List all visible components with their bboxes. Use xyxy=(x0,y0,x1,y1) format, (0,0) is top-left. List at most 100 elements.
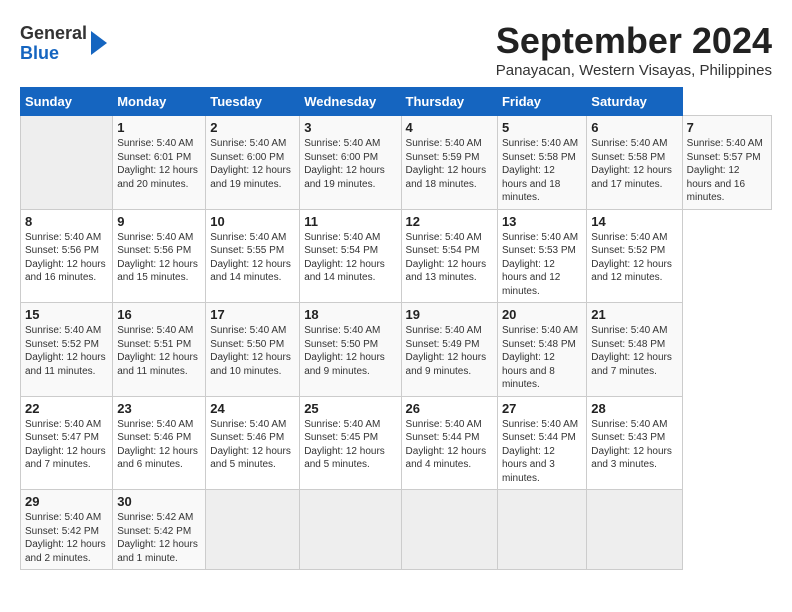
day-detail: Sunrise: 5:40 AMSunset: 5:47 PMDaylight:… xyxy=(25,419,106,471)
day-number: 13 xyxy=(502,214,582,229)
day-cell-13: 13 Sunrise: 5:40 AMSunset: 5:53 PMDaylig… xyxy=(497,209,586,303)
day-number: 6 xyxy=(591,120,677,135)
month-title: September 2024 xyxy=(496,20,772,62)
day-detail: Sunrise: 5:40 AMSunset: 5:53 PMDaylight:… xyxy=(502,232,578,297)
week-row-2: 8 Sunrise: 5:40 AMSunset: 5:56 PMDayligh… xyxy=(21,209,772,303)
day-number: 3 xyxy=(304,120,396,135)
empty-cell xyxy=(300,490,401,570)
day-cell-11: 11 Sunrise: 5:40 AMSunset: 5:54 PMDaylig… xyxy=(300,209,401,303)
day-cell-16: 16 Sunrise: 5:40 AMSunset: 5:51 PMDaylig… xyxy=(113,303,206,397)
day-number: 7 xyxy=(687,120,767,135)
day-detail: Sunrise: 5:40 AMSunset: 5:54 PMDaylight:… xyxy=(406,232,487,284)
logo-general: General xyxy=(20,23,87,43)
week-row-5: 29 Sunrise: 5:40 AMSunset: 5:42 PMDaylig… xyxy=(21,490,772,570)
day-number: 5 xyxy=(502,120,582,135)
day-cell-28: 28 Sunrise: 5:40 AMSunset: 5:43 PMDaylig… xyxy=(587,396,682,490)
day-detail: Sunrise: 5:40 AMSunset: 5:51 PMDaylight:… xyxy=(117,325,198,377)
day-number: 12 xyxy=(406,214,493,229)
day-detail: Sunrise: 5:40 AMSunset: 5:58 PMDaylight:… xyxy=(502,138,578,203)
day-detail: Sunrise: 5:40 AMSunset: 5:48 PMDaylight:… xyxy=(591,325,672,377)
day-number: 25 xyxy=(304,401,396,416)
day-number: 27 xyxy=(502,401,582,416)
empty-cell xyxy=(401,490,497,570)
day-detail: Sunrise: 5:40 AMSunset: 5:48 PMDaylight:… xyxy=(502,325,578,390)
day-number: 8 xyxy=(25,214,108,229)
day-detail: Sunrise: 5:40 AMSunset: 5:46 PMDaylight:… xyxy=(210,419,291,471)
week-row-4: 22 Sunrise: 5:40 AMSunset: 5:47 PMDaylig… xyxy=(21,396,772,490)
day-number: 29 xyxy=(25,494,108,509)
day-number: 20 xyxy=(502,307,582,322)
empty-cell xyxy=(497,490,586,570)
page-header: General Blue September 2024 Panayacan, W… xyxy=(20,20,772,79)
day-cell-23: 23 Sunrise: 5:40 AMSunset: 5:46 PMDaylig… xyxy=(113,396,206,490)
day-cell-20: 20 Sunrise: 5:40 AMSunset: 5:48 PMDaylig… xyxy=(497,303,586,397)
logo-blue: Blue xyxy=(20,43,59,63)
day-cell-10: 10 Sunrise: 5:40 AMSunset: 5:55 PMDaylig… xyxy=(206,209,300,303)
title-block: September 2024 Panayacan, Western Visaya… xyxy=(496,20,772,79)
day-cell-27: 27 Sunrise: 5:40 AMSunset: 5:44 PMDaylig… xyxy=(497,396,586,490)
day-cell-6: 6 Sunrise: 5:40 AMSunset: 5:58 PMDayligh… xyxy=(587,116,682,210)
day-number: 23 xyxy=(117,401,201,416)
day-cell-22: 22 Sunrise: 5:40 AMSunset: 5:47 PMDaylig… xyxy=(21,396,113,490)
day-cell-5: 5 Sunrise: 5:40 AMSunset: 5:58 PMDayligh… xyxy=(497,116,586,210)
weekday-header-wednesday: Wednesday xyxy=(300,88,401,116)
weekday-header-monday: Monday xyxy=(113,88,206,116)
day-cell-2: 2 Sunrise: 5:40 AMSunset: 6:00 PMDayligh… xyxy=(206,116,300,210)
day-number: 30 xyxy=(117,494,201,509)
empty-cell xyxy=(206,490,300,570)
logo-arrow-icon xyxy=(91,31,107,55)
day-number: 17 xyxy=(210,307,295,322)
day-number: 28 xyxy=(591,401,677,416)
day-cell-1: 1 Sunrise: 5:40 AMSunset: 6:01 PMDayligh… xyxy=(113,116,206,210)
day-cell-24: 24 Sunrise: 5:40 AMSunset: 5:46 PMDaylig… xyxy=(206,396,300,490)
day-number: 1 xyxy=(117,120,201,135)
weekday-header-saturday: Saturday xyxy=(587,88,682,116)
day-cell-9: 9 Sunrise: 5:40 AMSunset: 5:56 PMDayligh… xyxy=(113,209,206,303)
day-number: 22 xyxy=(25,401,108,416)
day-detail: Sunrise: 5:40 AMSunset: 6:00 PMDaylight:… xyxy=(304,138,385,190)
day-number: 16 xyxy=(117,307,201,322)
day-cell-21: 21 Sunrise: 5:40 AMSunset: 5:48 PMDaylig… xyxy=(587,303,682,397)
empty-cell xyxy=(587,490,682,570)
day-cell-4: 4 Sunrise: 5:40 AMSunset: 5:59 PMDayligh… xyxy=(401,116,497,210)
day-number: 15 xyxy=(25,307,108,322)
day-detail: Sunrise: 5:40 AMSunset: 5:49 PMDaylight:… xyxy=(406,325,487,377)
day-detail: Sunrise: 5:40 AMSunset: 5:56 PMDaylight:… xyxy=(117,232,198,284)
day-number: 24 xyxy=(210,401,295,416)
day-detail: Sunrise: 5:40 AMSunset: 5:45 PMDaylight:… xyxy=(304,419,385,471)
day-detail: Sunrise: 5:40 AMSunset: 6:00 PMDaylight:… xyxy=(210,138,291,190)
day-number: 26 xyxy=(406,401,493,416)
empty-cell xyxy=(21,116,113,210)
day-cell-26: 26 Sunrise: 5:40 AMSunset: 5:44 PMDaylig… xyxy=(401,396,497,490)
day-number: 18 xyxy=(304,307,396,322)
day-cell-17: 17 Sunrise: 5:40 AMSunset: 5:50 PMDaylig… xyxy=(206,303,300,397)
day-cell-7: 7 Sunrise: 5:40 AMSunset: 5:57 PMDayligh… xyxy=(682,116,771,210)
weekday-header-sunday: Sunday xyxy=(21,88,113,116)
day-detail: Sunrise: 5:40 AMSunset: 5:44 PMDaylight:… xyxy=(406,419,487,471)
day-cell-15: 15 Sunrise: 5:40 AMSunset: 5:52 PMDaylig… xyxy=(21,303,113,397)
day-number: 19 xyxy=(406,307,493,322)
day-number: 9 xyxy=(117,214,201,229)
day-detail: Sunrise: 5:40 AMSunset: 5:57 PMDaylight:… xyxy=(687,138,763,203)
day-cell-18: 18 Sunrise: 5:40 AMSunset: 5:50 PMDaylig… xyxy=(300,303,401,397)
day-detail: Sunrise: 5:40 AMSunset: 5:59 PMDaylight:… xyxy=(406,138,487,190)
day-detail: Sunrise: 5:40 AMSunset: 5:50 PMDaylight:… xyxy=(210,325,291,377)
day-detail: Sunrise: 5:40 AMSunset: 5:54 PMDaylight:… xyxy=(304,232,385,284)
weekday-header-row: SundayMondayTuesdayWednesdayThursdayFrid… xyxy=(21,88,772,116)
location-subtitle: Panayacan, Western Visayas, Philippines xyxy=(496,62,772,79)
day-cell-29: 29 Sunrise: 5:40 AMSunset: 5:42 PMDaylig… xyxy=(21,490,113,570)
day-detail: Sunrise: 5:40 AMSunset: 5:52 PMDaylight:… xyxy=(25,325,106,377)
day-detail: Sunrise: 5:40 AMSunset: 5:44 PMDaylight:… xyxy=(502,419,578,484)
day-detail: Sunrise: 5:40 AMSunset: 5:56 PMDaylight:… xyxy=(25,232,106,284)
calendar-table: SundayMondayTuesdayWednesdayThursdayFrid… xyxy=(20,87,772,570)
day-number: 21 xyxy=(591,307,677,322)
day-cell-30: 30 Sunrise: 5:42 AMSunset: 5:42 PMDaylig… xyxy=(113,490,206,570)
week-row-3: 15 Sunrise: 5:40 AMSunset: 5:52 PMDaylig… xyxy=(21,303,772,397)
day-detail: Sunrise: 5:40 AMSunset: 6:01 PMDaylight:… xyxy=(117,138,198,190)
day-detail: Sunrise: 5:40 AMSunset: 5:46 PMDaylight:… xyxy=(117,419,198,471)
day-detail: Sunrise: 5:40 AMSunset: 5:55 PMDaylight:… xyxy=(210,232,291,284)
day-cell-19: 19 Sunrise: 5:40 AMSunset: 5:49 PMDaylig… xyxy=(401,303,497,397)
day-cell-12: 12 Sunrise: 5:40 AMSunset: 5:54 PMDaylig… xyxy=(401,209,497,303)
day-detail: Sunrise: 5:42 AMSunset: 5:42 PMDaylight:… xyxy=(117,512,198,564)
week-row-1: 1 Sunrise: 5:40 AMSunset: 6:01 PMDayligh… xyxy=(21,116,772,210)
